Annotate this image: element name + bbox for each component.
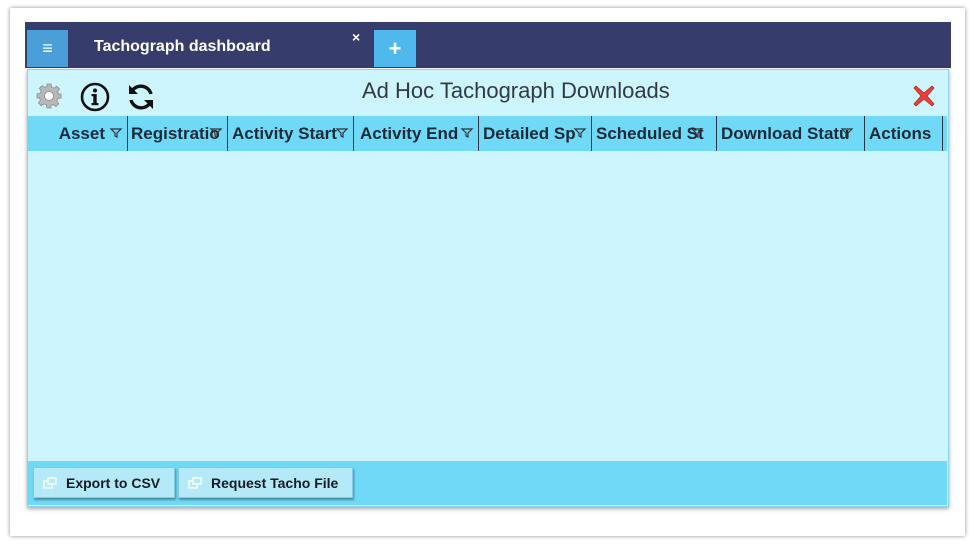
column-label: Activity Start xyxy=(232,123,337,143)
export-csv-button[interactable]: Export to CSV xyxy=(33,467,175,498)
table-body xyxy=(27,151,947,461)
column-header-activity-start[interactable]: Activity Start xyxy=(228,116,354,151)
column-header-registration[interactable]: Registratio xyxy=(128,116,228,151)
panel-title: Ad Hoc Tachograph Downloads xyxy=(362,78,670,103)
column-header-scheduled-status[interactable]: Scheduled St xyxy=(592,116,717,151)
menu-button[interactable]: ≡ xyxy=(27,30,68,67)
tab-dashboard[interactable]: Tachograph dashboard xyxy=(94,38,271,56)
column-label: Download Statu xyxy=(721,123,850,143)
column-header-asset[interactable]: Asset xyxy=(27,116,128,151)
export-csv-label: Export to CSV xyxy=(66,474,161,491)
filter-icon[interactable] xyxy=(209,126,223,140)
menu-icon: ≡ xyxy=(42,38,53,58)
plus-icon: + xyxy=(388,35,402,61)
request-tacho-file-label: Request Tacho File xyxy=(211,474,339,491)
refresh-icon[interactable] xyxy=(126,82,156,112)
column-label: Registratio xyxy=(131,123,220,143)
filter-icon[interactable] xyxy=(840,126,854,140)
column-label: Scheduled St xyxy=(596,123,704,143)
filter-icon[interactable] xyxy=(109,126,123,140)
filter-icon[interactable] xyxy=(573,126,587,140)
column-label: Asset xyxy=(58,123,105,143)
close-icon[interactable] xyxy=(910,82,938,110)
filter-icon[interactable] xyxy=(460,126,474,140)
filter-icon[interactable] xyxy=(335,126,349,140)
filter-icon[interactable] xyxy=(690,126,704,140)
external-window-icon xyxy=(43,476,57,489)
gear-icon[interactable] xyxy=(35,82,63,110)
column-header-detailed-speed[interactable]: Detailed Sp xyxy=(479,116,592,151)
column-label: Detailed Sp xyxy=(483,123,576,143)
column-header-activity-end[interactable]: Activity End xyxy=(354,116,479,151)
info-icon[interactable] xyxy=(80,82,110,112)
external-window-icon xyxy=(188,476,202,489)
tab-close-icon[interactable]: × xyxy=(352,29,360,45)
add-tab-button[interactable]: + xyxy=(374,30,416,67)
request-tacho-file-button[interactable]: Request Tacho File xyxy=(178,467,353,498)
column-header-download-status[interactable]: Download Statu xyxy=(717,116,865,151)
column-header-actions[interactable]: Actions xyxy=(865,116,943,151)
column-label: Activity End xyxy=(360,123,459,143)
column-label: Actions xyxy=(869,123,932,143)
